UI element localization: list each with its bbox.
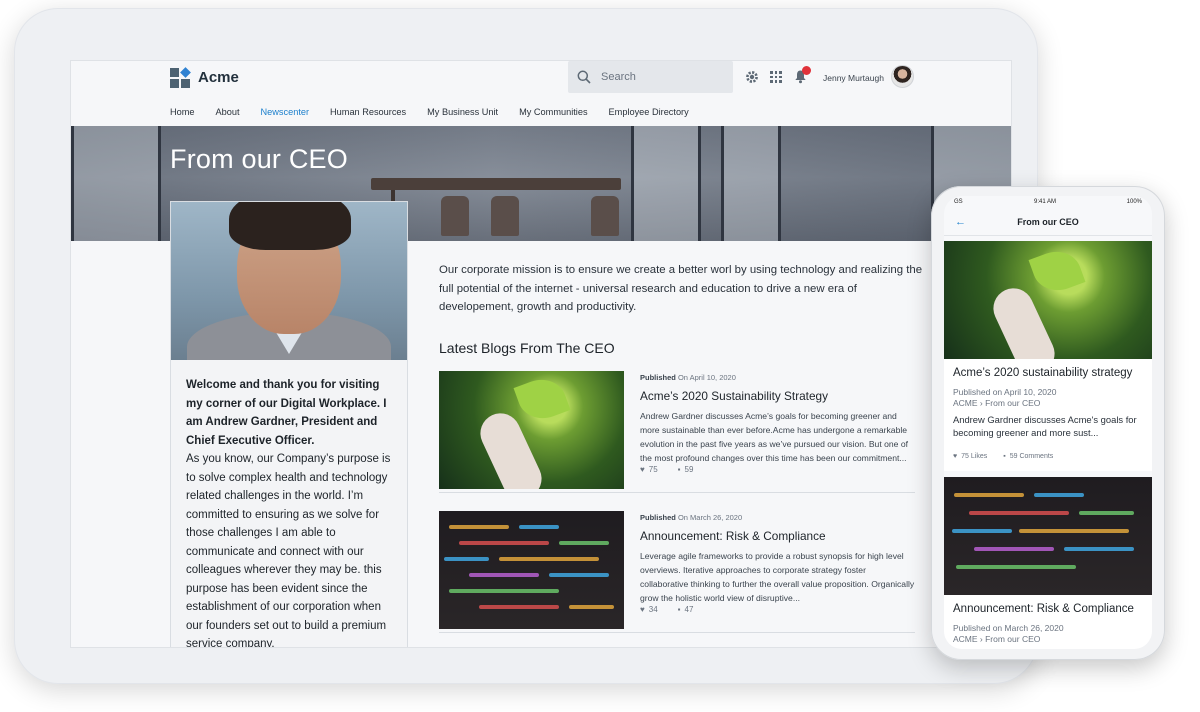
mobile-blog-desc: Andrew Gardner discusses Acme's goals fo… — [953, 414, 1137, 438]
battery: 100% — [1126, 199, 1142, 205]
mobile-comments: 59 Comments — [1009, 453, 1054, 460]
heart-icon[interactable]: ♥ — [953, 453, 957, 460]
nav-item-my-communities[interactable]: My Communities — [519, 107, 587, 117]
ceo-photo — [171, 202, 407, 360]
page-title: From our CEO — [170, 144, 348, 174]
mobile-blog-published: Published on April 10, 2020 ACME › From … — [953, 387, 1057, 409]
blog-stats: ♥ 75 ▪ 59 — [640, 465, 693, 474]
blog-thumbnail[interactable] — [439, 371, 624, 489]
main-nav: Home About Newscenter Human Resources My… — [170, 107, 689, 117]
mobile-blog-published: Published on March 26, 2020 ACME › From … — [953, 623, 1064, 645]
apps-grid-icon[interactable] — [770, 71, 782, 83]
ceo-welcome-heading: Welcome and thank you for visiting my co… — [186, 379, 387, 447]
gear-icon[interactable] — [745, 70, 759, 84]
brand-name[interactable]: Acme — [198, 69, 239, 86]
heart-icon[interactable]: ♥ — [640, 605, 645, 614]
top-bar: Acme Search Jenny Murtaugh — [71, 61, 1011, 95]
comments-count: 59 — [684, 465, 694, 474]
nav-item-my-business-unit[interactable]: My Business Unit — [427, 107, 498, 117]
phone-frame: GS 9:41 AM 100% ← From our CEO Acme’s 20… — [931, 186, 1165, 660]
notification-badge — [802, 66, 811, 75]
search-icon — [577, 70, 591, 84]
mobile-screen: GS 9:41 AM 100% ← From our CEO Acme’s 20… — [944, 196, 1152, 649]
likes-count: 75 — [648, 465, 658, 474]
mobile-blog-thumbnail[interactable] — [944, 241, 1152, 359]
ceo-profile-card: Welcome and thank you for visiting my co… — [170, 201, 408, 648]
mobile-blog-title[interactable]: Acme’s 2020 sustainability strategy — [953, 367, 1132, 379]
desktop-screen: Acme Search Jenny Murtaugh Home About Ne… — [70, 60, 1012, 648]
comment-icon[interactable]: ▪ — [1003, 453, 1005, 460]
user-name[interactable]: Jenny Murtaugh — [823, 73, 884, 83]
mobile-likes: 75 Likes — [961, 453, 988, 460]
mobile-page-title: From our CEO — [1017, 217, 1079, 227]
acme-logo-icon[interactable] — [170, 67, 191, 88]
comments-count: 47 — [684, 605, 694, 614]
mobile-breadcrumb[interactable]: ACME › From our CEO — [953, 634, 1064, 645]
mobile-blog-card[interactable]: Acme’s 2020 sustainability strategy Publ… — [944, 241, 1152, 471]
blog-stats: ♥ 34 ▪ 47 — [640, 605, 693, 614]
blog-published: Published On March 26, 2020 — [640, 513, 743, 522]
ceo-welcome-body: As you know, our Company’s purpose is to… — [186, 453, 391, 648]
mobile-breadcrumb[interactable]: ACME › From our CEO — [953, 398, 1057, 409]
user-avatar[interactable] — [891, 65, 914, 88]
blogs-heading: Latest Blogs From The CEO — [439, 340, 615, 356]
blog-excerpt: Andrew Gardner discusses Acme’s goals fo… — [640, 411, 908, 463]
blog-excerpt: Leverage agile frameworks to provide a r… — [640, 551, 915, 603]
blog-post[interactable]: Published On March 26, 2020 Announcement… — [439, 511, 915, 633]
mobile-blog-card[interactable]: Announcement: Risk & Compliance Publishe… — [944, 477, 1152, 649]
search-input[interactable]: Search — [601, 71, 636, 83]
tablet-frame: Acme Search Jenny Murtaugh Home About Ne… — [14, 8, 1038, 684]
blog-title[interactable]: Announcement: Risk & Compliance — [640, 529, 826, 543]
mission-statement: Our corporate mission is to ensure we cr… — [439, 264, 923, 313]
ceo-welcome-text: Welcome and thank you for visiting my co… — [186, 376, 398, 648]
mobile-blog-thumbnail[interactable] — [944, 477, 1152, 595]
comment-icon[interactable]: ▪ — [678, 465, 681, 474]
nav-item-about[interactable]: About — [216, 107, 240, 117]
mobile-blog-title[interactable]: Announcement: Risk & Compliance — [953, 603, 1134, 615]
comment-icon[interactable]: ▪ — [678, 605, 681, 614]
status-time: 9:41 AM — [1034, 199, 1057, 205]
search-box[interactable]: Search — [568, 61, 733, 93]
heart-icon[interactable]: ♥ — [640, 465, 645, 474]
likes-count: 34 — [648, 605, 658, 614]
nav-item-employee-directory[interactable]: Employee Directory — [609, 107, 689, 117]
blog-published: Published On April 10, 2020 — [640, 373, 736, 382]
blog-thumbnail[interactable] — [439, 511, 624, 629]
mobile-header: ← From our CEO — [944, 212, 1152, 236]
nav-item-human-resources[interactable]: Human Resources — [330, 107, 406, 117]
blog-post[interactable]: Published On April 10, 2020 Acme’s 2020 … — [439, 371, 915, 493]
mobile-blog-stats: ♥ 75 Likes ▪ 59 Comments — [953, 453, 1053, 460]
nav-item-newscenter[interactable]: Newscenter — [261, 107, 310, 117]
blog-title[interactable]: Acme’s 2020 Sustainability Strategy — [640, 389, 828, 403]
nav-item-home[interactable]: Home — [170, 107, 195, 117]
carrier: GS — [954, 199, 963, 205]
